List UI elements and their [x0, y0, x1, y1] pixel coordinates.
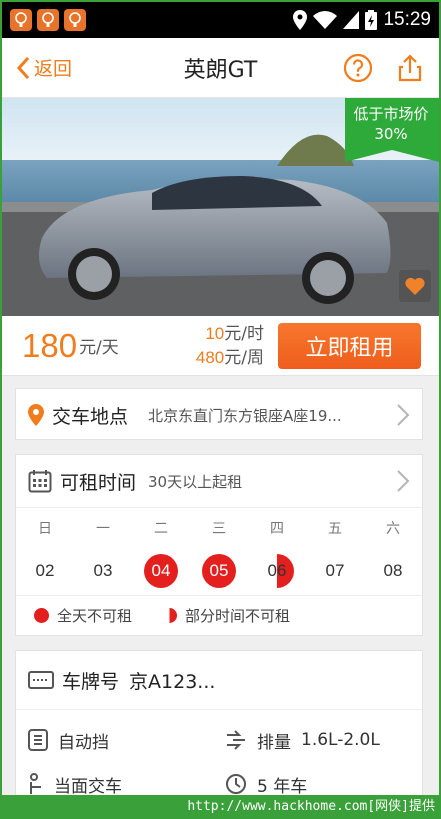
calendar-date[interactable]: 07: [318, 554, 352, 588]
price-bar: 180 元/天 10元/时 480元/周 立即租用: [2, 316, 439, 376]
displacement-value: 1.6L-2.0L: [301, 730, 380, 750]
spec-grid: 自动挡 排量 1.6L-2.0L 当面交车 5 年车: [16, 709, 422, 795]
back-label: 返回: [34, 58, 73, 80]
share-icon[interactable]: [395, 53, 425, 83]
app-screen: 15:29 返回 英朗GT 低于市场价 30% 180 元/天 10元/时 48…: [2, 2, 439, 795]
title-bar: 返回 英朗GT: [2, 38, 439, 98]
pickup-address: 北京东直门东方银座A座19...: [148, 406, 342, 425]
license-plate-icon: [28, 671, 54, 689]
displacement-spec: 排量 1.6L-2.0L: [225, 718, 422, 762]
daily-price-unit: 元/天: [79, 338, 119, 358]
rent-now-button[interactable]: 立即租用: [278, 322, 421, 369]
back-button[interactable]: 返回: [16, 54, 72, 81]
transmission-spec: 自动挡: [28, 718, 225, 762]
app-icon: [10, 9, 32, 31]
hourly-price-unit: 元/时: [224, 323, 264, 344]
calendar-date[interactable]: 04: [144, 554, 178, 588]
chevron-right-icon: [397, 470, 410, 492]
app-icon: [64, 9, 86, 31]
weekday-label: 二: [154, 520, 168, 537]
car-age-value: 5 年车: [257, 776, 308, 796]
legend-partial-label: 部分时间不可租: [185, 607, 291, 625]
weekday-label: 四: [270, 520, 284, 537]
alt-prices: 10元/时 480元/周: [196, 322, 264, 370]
heart-icon: [405, 277, 425, 295]
handover-value: 当面交车: [54, 776, 122, 796]
availability-legend: 全天不可租 部分时间不可租: [16, 595, 422, 635]
weekday-header: 日 一 二 三 四 五 六: [16, 507, 422, 547]
weekly-price-unit: 元/周: [224, 347, 264, 368]
calendar-date[interactable]: 05: [202, 554, 236, 588]
chevron-left-icon: [16, 56, 30, 79]
clock-icon: [226, 774, 246, 794]
favorite-button[interactable]: [399, 270, 431, 302]
clock: 15:29: [383, 9, 431, 30]
calendar-date[interactable]: 08: [376, 554, 410, 588]
weekday-label: 五: [328, 520, 342, 537]
person-icon: [30, 773, 41, 794]
handover-spec: 当面交车: [28, 762, 225, 795]
status-icons: 15:29: [293, 9, 431, 31]
weekly-price: 480: [195, 347, 225, 367]
location-pin-icon: [28, 404, 44, 426]
pickup-location-row[interactable]: 交车地点 北京东直门东方银座A座19...: [15, 388, 423, 440]
plate-row: 车牌号 京A123...: [16, 651, 422, 709]
calendar-icon: [28, 470, 52, 493]
partial-day-dot-icon: [162, 608, 178, 623]
calendar-date[interactable]: 06: [260, 554, 294, 588]
notification-icons: [10, 9, 86, 31]
plate-value: 京A123...: [129, 670, 216, 693]
weekday-label: 一: [96, 520, 110, 537]
status-bar: 15:29: [2, 2, 439, 38]
help-icon[interactable]: [343, 53, 373, 83]
car-age-spec: 5 年车: [225, 762, 422, 795]
full-day-dot-icon: [34, 608, 49, 623]
app-icon: [37, 9, 59, 31]
engine-icon: [227, 730, 245, 750]
gearbox-icon: [28, 729, 48, 751]
chevron-right-icon: [397, 404, 410, 426]
transmission-value: 自动挡: [58, 732, 109, 753]
watermark: http://www.hackhome.com[网侠]提供: [0, 795, 441, 819]
discount-label: 低于市场价 30%: [353, 105, 429, 143]
displacement-label: 排量: [257, 732, 291, 753]
daily-price: 180: [22, 326, 78, 364]
weekday-label: 三: [212, 520, 226, 537]
availability-row[interactable]: 可租时间 30天以上起租: [16, 455, 422, 507]
battery-icon: [365, 10, 378, 30]
availability-label: 可租时间: [60, 471, 137, 494]
legend-full-label: 全天不可租: [57, 607, 133, 625]
hourly-price: 10: [205, 323, 225, 343]
specs-card: 车牌号 京A123... 自动挡 排量 1.6L-2.0L 当面交车 5 年车: [15, 650, 423, 795]
weekday-label: 日: [38, 520, 52, 537]
pickup-label: 交车地点: [52, 405, 129, 428]
date-row: 02 03 04 05 06 07 08: [16, 547, 422, 595]
signal-icon: [343, 11, 360, 29]
weekday-label: 六: [386, 520, 400, 537]
car-photo: 低于市场价 30%: [2, 98, 439, 316]
wifi-icon: [313, 11, 338, 29]
calendar-date[interactable]: 02: [28, 554, 62, 588]
calendar-date[interactable]: 03: [86, 554, 120, 588]
availability-note: 30天以上起租: [148, 472, 243, 491]
location-icon: [293, 10, 308, 30]
plate-label: 车牌号: [62, 670, 120, 693]
availability-card: 可租时间 30天以上起租 日 一 二 三 四 五 六 02 03 04 05 0…: [15, 454, 423, 636]
